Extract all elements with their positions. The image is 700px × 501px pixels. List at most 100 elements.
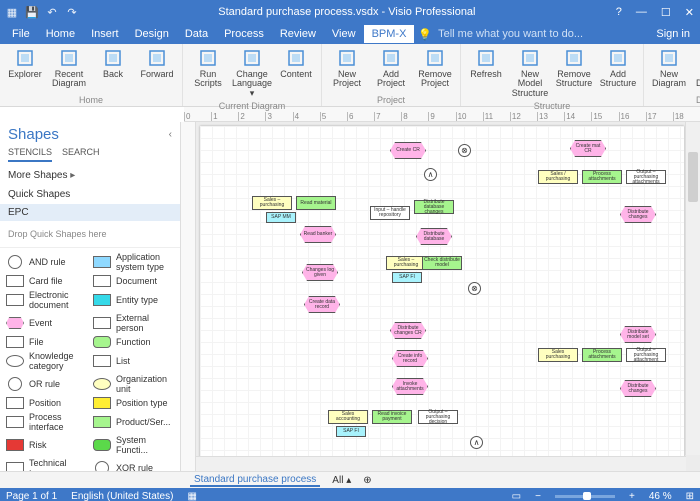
event-node[interactable]: Create mat CR <box>570 140 606 157</box>
org-unit-node[interactable]: Sales – purchasing <box>386 256 426 270</box>
zoom-in-button[interactable]: + <box>629 491 635 501</box>
collapse-panel-icon[interactable]: ‹ <box>169 129 172 140</box>
and-gate[interactable]: ∧ <box>424 168 437 181</box>
event-node[interactable]: Distribute changes <box>620 206 656 223</box>
stencil-item[interactable]: Organization unit <box>93 374 174 394</box>
ribbon-button[interactable]: Explorer <box>4 46 46 94</box>
tab-process[interactable]: Process <box>216 25 272 43</box>
output-node[interactable]: Output – purchasing attachment <box>626 348 666 362</box>
ribbon-button[interactable]: Add Project <box>370 46 412 94</box>
stencil-item[interactable]: Position type <box>93 397 174 409</box>
more-shapes[interactable]: More Shapes <box>0 166 180 185</box>
stencil-category-epc[interactable]: EPC <box>0 204 180 221</box>
scrollbar-vertical[interactable] <box>685 122 700 455</box>
tell-me-input[interactable]: Tell me what you want to do... <box>438 28 583 40</box>
ribbon-button[interactable]: New Diagram <box>648 46 690 94</box>
macro-record-icon[interactable]: ▦ <box>187 491 196 501</box>
event-node[interactable]: Invoke attachments <box>392 378 428 395</box>
xor-gate[interactable]: ⊗ <box>458 144 471 157</box>
drawing-page[interactable]: Create CR ⊗ Create mat CR ∧ Sales / purc… <box>200 126 684 467</box>
tab-bpmx[interactable]: BPM-X <box>364 25 415 43</box>
stencil-item[interactable]: Position <box>6 397 87 409</box>
sign-in-link[interactable]: Sign in <box>656 28 696 40</box>
zoom-out-button[interactable]: − <box>535 491 541 501</box>
close-button[interactable]: ✕ <box>685 6 694 19</box>
event-node[interactable]: Distribute changes CR <box>390 322 426 339</box>
output-node[interactable]: Output – purchasing attachments <box>626 170 666 184</box>
event-node[interactable]: Changes log given <box>302 264 338 281</box>
fit-page-button[interactable]: ⊞ <box>686 491 694 501</box>
stencil-item[interactable]: Product/Ser... <box>93 412 174 432</box>
event-node[interactable]: Create info record <box>392 350 428 367</box>
function-node[interactable]: Read material <box>296 196 336 210</box>
presentation-mode-icon[interactable]: ▭ <box>512 491 521 501</box>
tab-insert[interactable]: Insert <box>83 25 127 43</box>
tab-design[interactable]: Design <box>127 25 177 43</box>
org-unit-node[interactable]: Sales accounting <box>328 410 368 424</box>
function-node[interactable]: Read invoice payment <box>372 410 412 424</box>
stencil-item[interactable]: Process interface <box>6 412 87 432</box>
scrollbar-horizontal[interactable] <box>196 456 686 471</box>
tab-file[interactable]: File <box>4 25 38 43</box>
stencil-item[interactable]: AND rule <box>6 252 87 272</box>
stencil-item[interactable]: Card file <box>6 275 87 287</box>
zoom-slider[interactable] <box>555 495 615 498</box>
ribbon-button[interactable]: Recent Diagram <box>48 46 90 94</box>
xor-gate[interactable]: ⊗ <box>468 282 481 295</box>
quick-shapes[interactable]: Quick Shapes <box>0 185 180 204</box>
tab-search[interactable]: SEARCH <box>62 147 100 162</box>
ribbon-button[interactable]: Content <box>275 46 317 100</box>
undo-icon[interactable]: ↶ <box>46 6 58 18</box>
stencil-item[interactable]: System Functi... <box>93 435 174 455</box>
stencil-item[interactable]: Document <box>93 275 174 287</box>
entity-node[interactable]: SAP MM <box>266 212 296 223</box>
redo-icon[interactable]: ↷ <box>66 6 78 18</box>
ribbon-button[interactable]: Remove Project <box>414 46 456 94</box>
stencil-item[interactable]: List <box>93 351 174 371</box>
org-unit-node[interactable]: Sales purchasing <box>538 348 578 362</box>
ribbon-button[interactable]: New Model Structure <box>509 46 551 100</box>
function-node[interactable]: Process attachments <box>582 348 622 362</box>
stencil-item[interactable]: Event <box>6 313 87 333</box>
and-gate[interactable]: ∧ <box>470 436 483 449</box>
ribbon-button[interactable]: Back <box>92 46 134 94</box>
save-icon[interactable]: 💾 <box>26 6 38 18</box>
stencil-item[interactable]: Technical term <box>6 458 87 471</box>
entity-node[interactable]: SAP FI <box>336 426 366 437</box>
input-node[interactable]: Input – handle repository <box>370 206 410 220</box>
org-unit-node[interactable]: Sales / purchasing <box>538 170 578 184</box>
event-node[interactable]: Create data record <box>304 296 340 313</box>
stencil-item[interactable]: Application system type <box>93 252 174 272</box>
language-indicator[interactable]: English (United States) <box>71 491 173 501</box>
function-node[interactable]: Process attachments <box>582 170 622 184</box>
stencil-item[interactable]: Risk <box>6 435 87 455</box>
stencil-item[interactable]: Electronic document <box>6 290 87 310</box>
page-tab[interactable]: Standard purchase process <box>190 474 320 487</box>
function-node[interactable]: Distribute database changes <box>414 200 454 214</box>
ribbon-button[interactable]: Remove Structure <box>553 46 595 100</box>
org-unit-node[interactable]: Sales – purchasing <box>252 196 292 210</box>
output-node[interactable]: Output – purchasing decision <box>418 410 458 424</box>
canvas[interactable]: Create CR ⊗ Create mat CR ∧ Sales / purc… <box>196 122 700 471</box>
help-icon[interactable]: ? <box>616 6 622 19</box>
stencil-item[interactable]: File <box>6 336 87 348</box>
tab-stencils[interactable]: STENCILS <box>8 147 52 162</box>
stencil-item[interactable]: Entity type <box>93 290 174 310</box>
tab-review[interactable]: Review <box>272 25 324 43</box>
event-node[interactable]: Distribute database <box>416 228 452 245</box>
ribbon-button[interactable]: Change Language ▾ <box>231 46 273 100</box>
ribbon-button[interactable]: Add Structure <box>597 46 639 100</box>
stencil-item[interactable]: External person <box>93 313 174 333</box>
stencil-item[interactable]: Knowledge category <box>6 351 87 371</box>
event-node[interactable]: Read banker <box>300 226 336 243</box>
tab-home[interactable]: Home <box>38 25 83 43</box>
minimize-button[interactable]: — <box>636 6 647 19</box>
entity-node[interactable]: SAP FI <box>392 272 422 283</box>
stencil-item[interactable]: OR rule <box>6 374 87 394</box>
scrollbar-thumb[interactable] <box>688 152 698 202</box>
ribbon-button[interactable]: Refresh <box>465 46 507 100</box>
add-page-button[interactable]: ⊕ <box>363 475 371 486</box>
tab-data[interactable]: Data <box>177 25 216 43</box>
ribbon-button[interactable]: Edit Diagram <box>692 46 700 94</box>
event-node[interactable]: Create CR <box>390 142 426 159</box>
